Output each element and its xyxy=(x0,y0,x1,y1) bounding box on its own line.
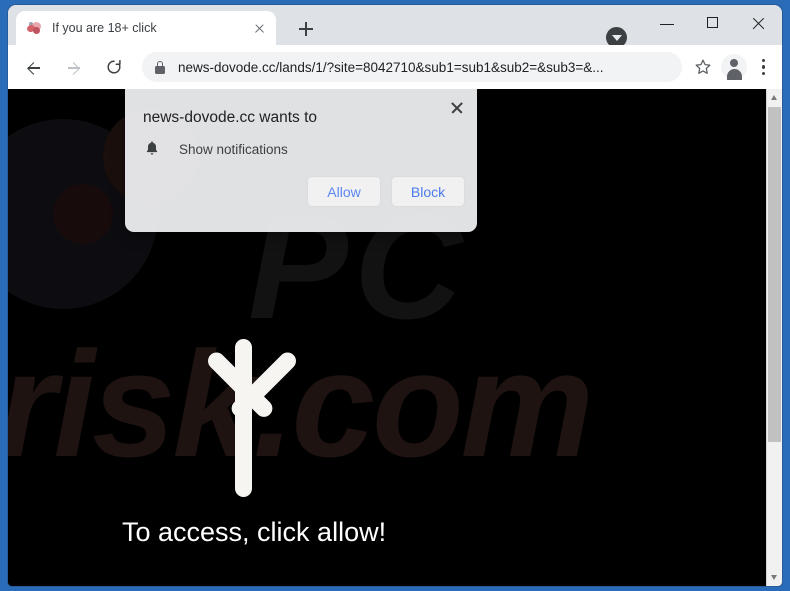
permission-row: Show notifications xyxy=(143,140,288,158)
block-button[interactable]: Block xyxy=(391,176,465,207)
address-bar[interactable]: news-dovode.cc/lands/1/?site=8042710&sub… xyxy=(142,52,682,82)
arrow-left-icon xyxy=(28,62,40,73)
lock-icon xyxy=(154,60,166,74)
decor-circle xyxy=(53,184,113,244)
permission-label: Show notifications xyxy=(179,141,288,157)
page-viewport: PC risk.com To access, click allow! news… xyxy=(8,89,782,586)
allow-button[interactable]: Allow xyxy=(307,176,381,207)
tab-strip: If you are 18+ click xyxy=(8,5,782,48)
scrollbar-thumb[interactable] xyxy=(768,107,781,442)
bookmark-button[interactable] xyxy=(688,52,718,82)
watermark-line-2: risk.com xyxy=(8,320,594,488)
browser-tab[interactable]: If you are 18+ click xyxy=(16,11,276,45)
arrow-right-icon xyxy=(68,62,80,73)
profile-avatar[interactable] xyxy=(721,54,747,80)
back-button[interactable] xyxy=(17,50,51,84)
window-close-button[interactable] xyxy=(736,5,782,39)
forward-button[interactable] xyxy=(57,50,91,84)
url-text: news-dovode.cc/lands/1/?site=8042710&sub… xyxy=(178,59,604,75)
tab-title: If you are 18+ click xyxy=(52,21,157,35)
new-tab-button[interactable] xyxy=(292,15,320,43)
screenshot-root: If you are 18+ click news-dovode.cc/land… xyxy=(0,0,790,591)
minimize-button[interactable] xyxy=(644,5,690,39)
cta-text: To access, click allow! xyxy=(122,517,387,547)
dialog-actions: Allow Block xyxy=(307,176,465,207)
window-controls xyxy=(644,5,782,45)
scroll-down-icon[interactable] xyxy=(767,569,782,586)
bell-icon xyxy=(143,140,161,158)
dialog-close-icon[interactable] xyxy=(445,95,469,119)
browser-toolbar: news-dovode.cc/lands/1/?site=8042710&sub… xyxy=(8,45,782,89)
browser-window: If you are 18+ click news-dovode.cc/land… xyxy=(8,5,782,586)
vertical-scrollbar[interactable] xyxy=(766,89,782,586)
star-icon xyxy=(695,59,711,74)
maximize-button[interactable] xyxy=(690,5,736,39)
web-page: PC risk.com To access, click allow! news… xyxy=(8,89,766,586)
notification-permission-dialog: news-dovode.cc wants to Show notificatio… xyxy=(125,89,477,232)
reload-icon xyxy=(107,59,121,74)
reload-button[interactable] xyxy=(97,50,131,84)
up-arrow-icon xyxy=(188,311,300,497)
close-icon[interactable] xyxy=(250,19,268,37)
dialog-title: news-dovode.cc wants to xyxy=(143,109,318,126)
site-favicon xyxy=(26,20,43,37)
scroll-up-icon[interactable] xyxy=(767,89,782,106)
browser-menu-button[interactable] xyxy=(750,52,776,82)
